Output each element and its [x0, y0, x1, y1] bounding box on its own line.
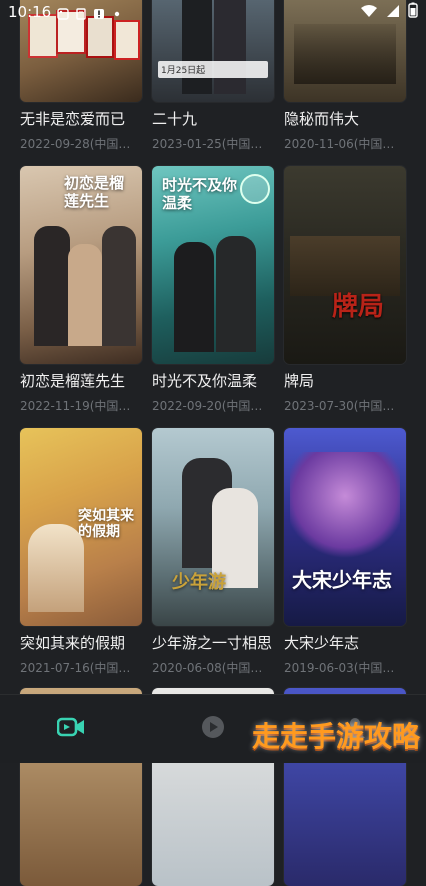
- item-meta: 2020-11-06(中国大陆...: [284, 137, 402, 151]
- item-title[interactable]: 隐秘而伟大: [284, 108, 406, 129]
- poster-title-art: 大宋少年志: [292, 568, 392, 592]
- item-title[interactable]: 无非是恋爱而已: [20, 108, 142, 129]
- item-meta: 2021-07-16(中国大陆...: [20, 661, 138, 675]
- status-right: [360, 2, 418, 22]
- list-item[interactable]: 时光不及你温柔 时光不及你温柔 2022-09-20(中国大陆...: [152, 166, 274, 414]
- dot-icon: [111, 6, 123, 18]
- list-item[interactable]: 大宋少年志 大宋少年志 2019-06-03(中国大陆...: [284, 428, 406, 676]
- watermark-logo: 走走手游攻略: [251, 720, 420, 753]
- poster-title-art: 初恋是榴莲先生: [64, 174, 125, 210]
- poster-title-art: 时光不及你温柔: [162, 176, 238, 212]
- status-time: 10:16: [8, 3, 52, 21]
- poster-thumbnail[interactable]: 突如其来的假期: [20, 428, 142, 626]
- item-meta: 2022-11-19(中国大陆...: [20, 399, 138, 413]
- status-bar: 10:16: [0, 0, 426, 24]
- list-item[interactable]: 少年游 少年游之一寸相思 2020-06-08(中国大陆...: [152, 428, 274, 676]
- play-circle-icon: [200, 714, 226, 744]
- poster-thumbnail[interactable]: 少年游: [152, 428, 274, 626]
- poster-title-art: 突如其来的假期: [78, 508, 134, 540]
- poster-thumbnail[interactable]: 初恋是榴莲先生: [20, 166, 142, 364]
- nav-video[interactable]: [41, 699, 101, 759]
- item-title[interactable]: 突如其来的假期: [20, 632, 142, 653]
- poster-title-art: 牌局: [332, 292, 385, 322]
- nav-play[interactable]: [183, 699, 243, 759]
- poster-title-art: 少年游: [172, 572, 226, 593]
- list-item[interactable]: 牌局 牌局 2023-07-30(中国大陆...: [284, 166, 406, 414]
- wifi-icon: [360, 3, 378, 22]
- status-left: 10:16: [8, 3, 123, 21]
- storage-icon: [75, 6, 87, 20]
- item-meta: 2023-07-30(中国大陆...: [284, 399, 402, 413]
- item-title[interactable]: 少年游之一寸相思: [152, 632, 274, 653]
- item-title[interactable]: 二十九: [152, 108, 274, 129]
- list-item[interactable]: 突如其来的假期 突如其来的假期 2021-07-16(中国大陆...: [20, 428, 142, 676]
- item-meta: 2020-06-08(中国大陆...: [152, 661, 270, 675]
- item-title[interactable]: 牌局: [284, 370, 406, 391]
- poster-thumbnail[interactable]: 时光不及你温柔: [152, 166, 274, 364]
- list-item[interactable]: 初恋是榴莲先生 初恋是榴莲先生 2022-11-19(中国大陆...: [20, 166, 142, 414]
- poster-caption: 1月25日起: [158, 61, 268, 78]
- item-title[interactable]: 时光不及你温柔: [152, 370, 274, 391]
- item-meta: 2023-01-25(中国大陆...: [152, 137, 270, 151]
- item-meta: 2022-09-20(中国大陆...: [152, 399, 270, 413]
- battery-icon: [408, 2, 418, 22]
- alert-icon: [93, 6, 105, 19]
- signal-icon: [386, 3, 400, 22]
- poster-thumbnail[interactable]: 牌局: [284, 166, 406, 364]
- item-title[interactable]: 大宋少年志: [284, 632, 406, 653]
- gallery-icon: [57, 6, 69, 20]
- video-camera-icon: [56, 716, 85, 742]
- item-title[interactable]: 初恋是榴莲先生: [20, 370, 142, 391]
- poster-thumbnail[interactable]: 大宋少年志: [284, 428, 406, 626]
- video-grid: 无非是恋爱而已 2022-09-28(中国大陆... 1月25日起 二十九 20…: [0, 0, 426, 886]
- item-meta: 2022-09-28(中国大陆...: [20, 137, 138, 151]
- item-meta: 2019-06-03(中国大陆...: [284, 661, 402, 675]
